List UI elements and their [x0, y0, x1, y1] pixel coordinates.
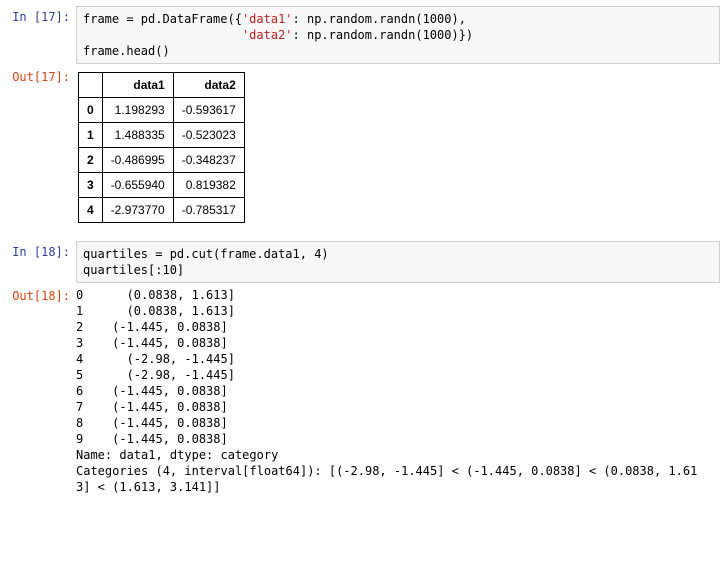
code-string: 'data2': [242, 28, 293, 42]
text-output-18: 0 (0.0838, 1.613] 1 (0.0838, 1.613] 2 (-…: [76, 285, 720, 497]
output-body-18: 0 (0.0838, 1.613] 1 (0.0838, 1.613] 2 (-…: [76, 285, 728, 497]
output-body-17: data1 data2 0 1.198293 -0.593617 1 1.488…: [76, 66, 728, 227]
output-cell-18: Out[18]: 0 (0.0838, 1.613] 1 (0.0838, 1.…: [0, 285, 728, 497]
cell-value: -0.523023: [173, 123, 244, 148]
row-index: 4: [79, 198, 103, 223]
input-body-18: quartiles = pd.cut(frame.data1, 4) quart…: [76, 241, 728, 283]
code-input-18[interactable]: quartiles = pd.cut(frame.data1, 4) quart…: [76, 241, 720, 283]
cell-value: -0.785317: [173, 198, 244, 223]
row-index: 1: [79, 123, 103, 148]
table-corner: [79, 73, 103, 98]
code-string: 'data1': [242, 12, 293, 26]
code-text: quartiles = pd.cut(frame.data1, 4): [83, 247, 329, 261]
table-row: 2 -0.486995 -0.348237: [79, 148, 245, 173]
code-text: quartiles[:10]: [83, 263, 184, 277]
table-row: 4 -2.973770 -0.785317: [79, 198, 245, 223]
cell-value: -0.655940: [102, 173, 173, 198]
cell-value: -0.486995: [102, 148, 173, 173]
cell-value: -0.348237: [173, 148, 244, 173]
input-prompt-18: In [18]:: [0, 241, 76, 263]
code-input-17[interactable]: frame = pd.DataFrame({'data1': np.random…: [76, 6, 720, 64]
cell-value: 1.488335: [102, 123, 173, 148]
code-text: frame.head(): [83, 44, 170, 58]
row-index: 0: [79, 98, 103, 123]
output-prompt-17: Out[17]:: [0, 66, 76, 88]
cell-value: 1.198293: [102, 98, 173, 123]
input-cell-18: In [18]: quartiles = pd.cut(frame.data1,…: [0, 241, 728, 283]
cell-value: -0.593617: [173, 98, 244, 123]
dataframe-table: data1 data2 0 1.198293 -0.593617 1 1.488…: [78, 72, 245, 223]
input-body-17: frame = pd.DataFrame({'data1': np.random…: [76, 6, 728, 64]
spacer: [0, 229, 728, 241]
table-row: 3 -0.655940 0.819382: [79, 173, 245, 198]
cell-value: 0.819382: [173, 173, 244, 198]
output-prompt-18: Out[18]:: [0, 285, 76, 307]
col-header-data1: data1: [102, 73, 173, 98]
output-cell-17: Out[17]: data1 data2 0 1.198293 -0.59361…: [0, 66, 728, 227]
input-cell-17: In [17]: frame = pd.DataFrame({'data1': …: [0, 6, 728, 64]
code-text: [83, 28, 242, 42]
table-row: 0 1.198293 -0.593617: [79, 98, 245, 123]
col-header-data2: data2: [173, 73, 244, 98]
row-index: 3: [79, 173, 103, 198]
row-index: 2: [79, 148, 103, 173]
input-prompt-17: In [17]:: [0, 6, 76, 28]
table-row: 1 1.488335 -0.523023: [79, 123, 245, 148]
code-text: : np.random.randn(1000)}): [293, 28, 474, 42]
code-text: frame = pd.DataFrame({: [83, 12, 242, 26]
cell-value: -2.973770: [102, 198, 173, 223]
table-header-row: data1 data2: [79, 73, 245, 98]
code-text: : np.random.randn(1000),: [293, 12, 466, 26]
